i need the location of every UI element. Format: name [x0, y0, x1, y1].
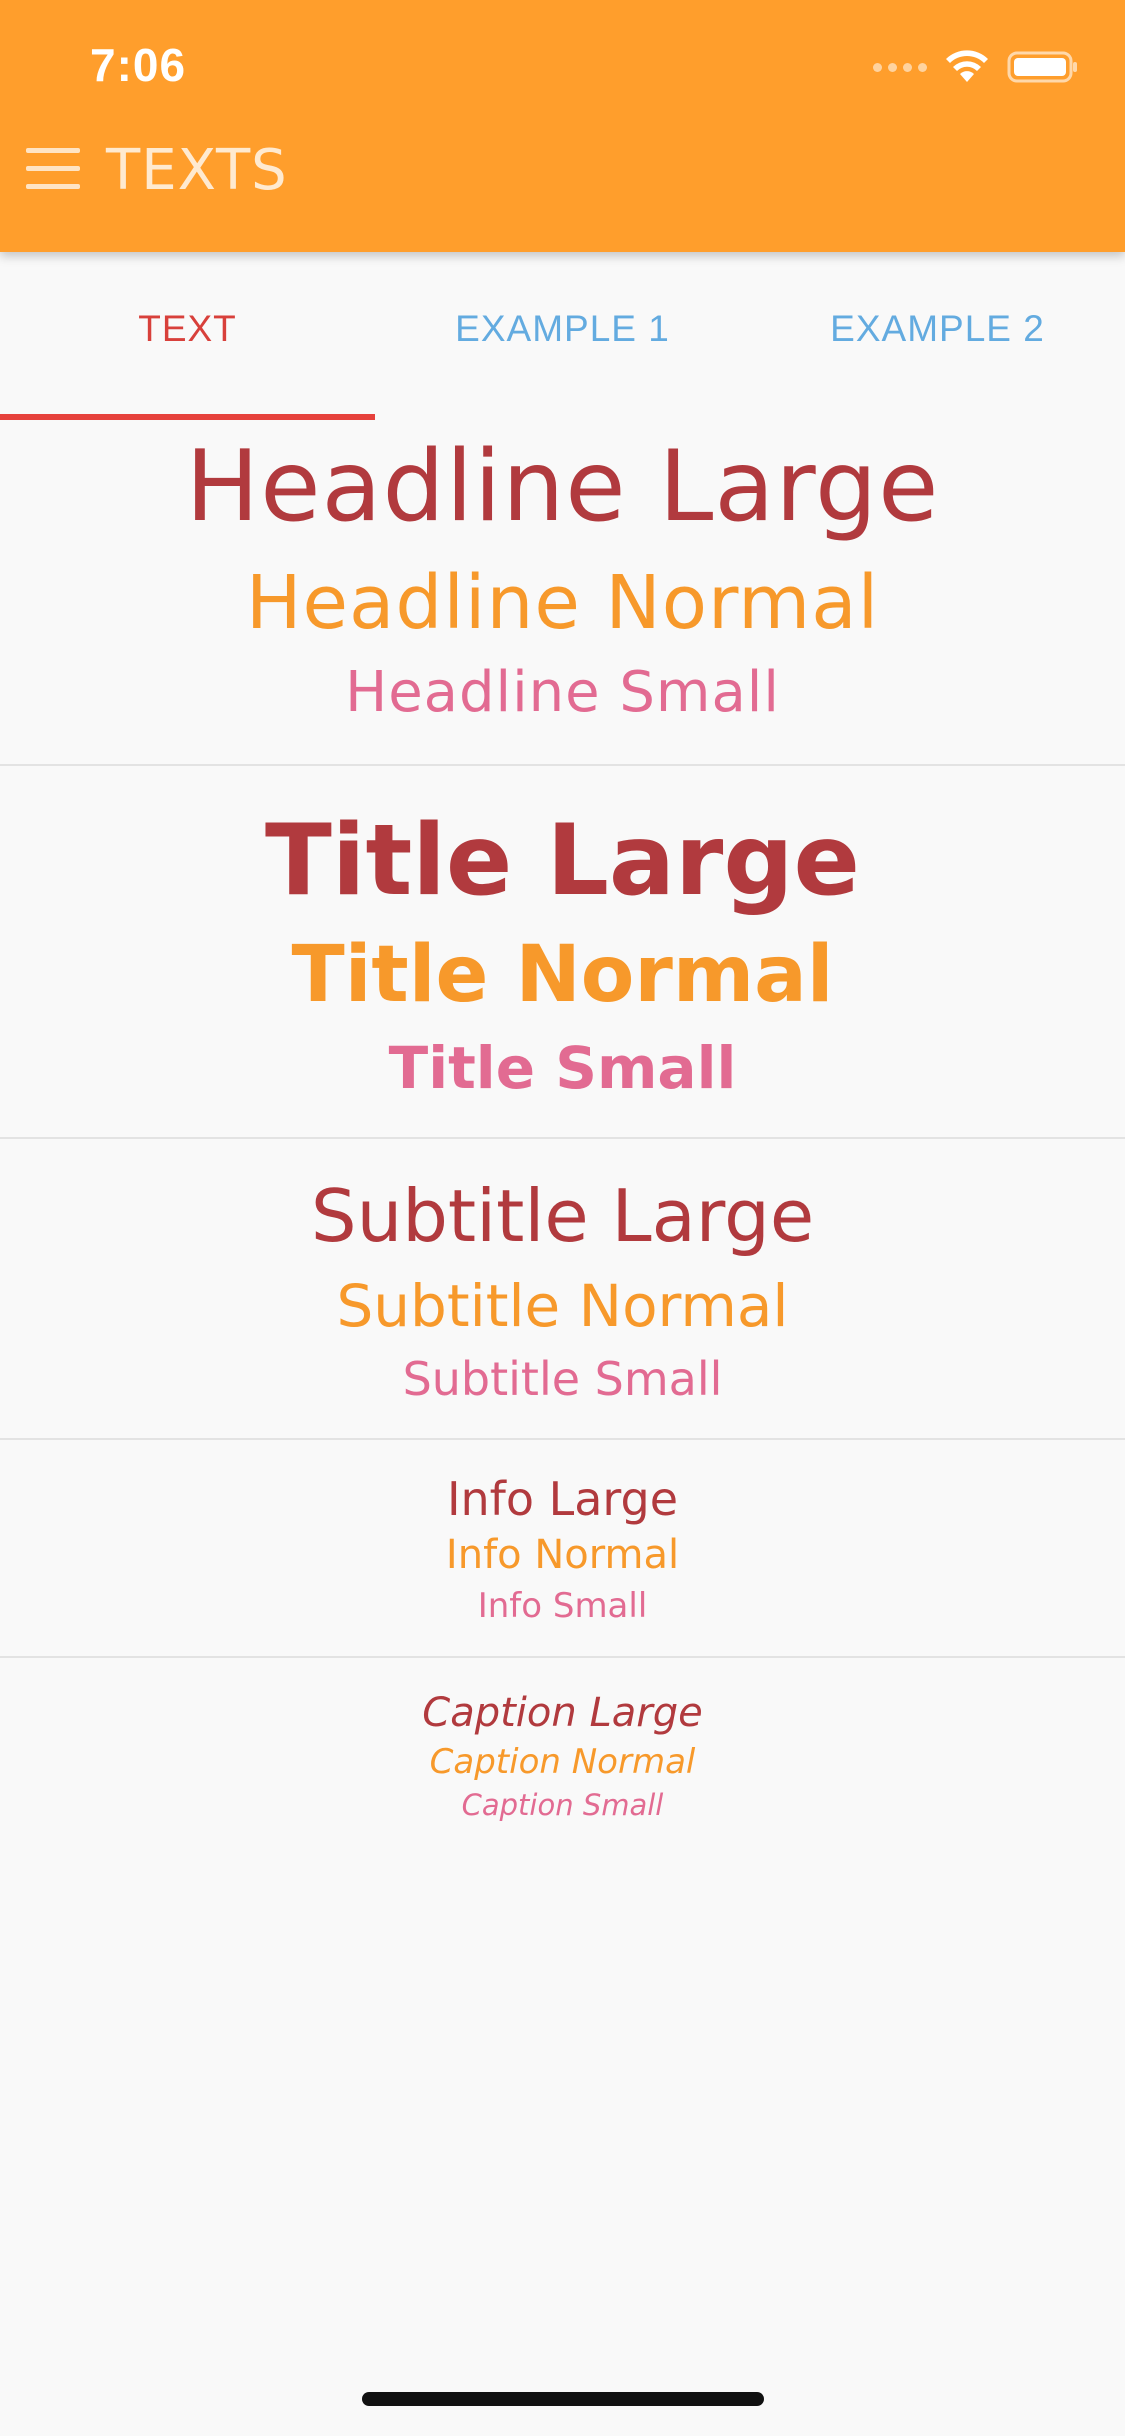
headline-large-text: Headline Large [185, 430, 940, 544]
battery-icon [1007, 51, 1077, 83]
status-time: 7:06 [90, 39, 187, 91]
divider [0, 764, 1125, 766]
home-indicator[interactable] [362, 2392, 764, 2406]
tab-example-1[interactable]: EXAMPLE 1 [375, 252, 750, 420]
status-icons [873, 50, 1079, 84]
headline-small-text: Headline Small [345, 660, 780, 725]
caption-small-text: Caption Small [461, 1788, 664, 1822]
tab-example-2[interactable]: EXAMPLE 2 [750, 252, 1125, 420]
info-normal-text: Info Normal [445, 1532, 680, 1578]
divider [0, 1137, 1125, 1139]
divider [0, 1438, 1125, 1440]
subtitle-large-text: Subtitle Large [310, 1174, 815, 1258]
info-small-text: Info Small [477, 1586, 648, 1626]
tab-bar: TEXT EXAMPLE 1 EXAMPLE 2 [0, 252, 1125, 420]
app-bar: 7:06 TEXTS [0, 0, 1125, 252]
subtitle-normal-text: Subtitle Normal [336, 1272, 789, 1340]
title-normal-text: Title Normal [291, 930, 834, 1020]
cellular-icon [873, 62, 927, 72]
hamburger-menu-icon[interactable] [26, 148, 82, 192]
divider [0, 1656, 1125, 1658]
wifi-icon [946, 50, 988, 82]
title-small-text: Title Small [388, 1034, 737, 1102]
tab-text[interactable]: TEXT [0, 252, 375, 420]
info-large-text: Info Large [446, 1472, 679, 1526]
active-tab-indicator [0, 414, 375, 420]
caption-large-text: Caption Large [422, 1690, 703, 1736]
title-large-text: Title Large [265, 804, 860, 918]
subtitle-small-text: Subtitle Small [402, 1352, 723, 1406]
caption-normal-text: Caption Normal [429, 1742, 696, 1782]
app-bar-title: TEXTS [106, 138, 288, 203]
headline-normal-text: Headline Normal [245, 560, 880, 646]
